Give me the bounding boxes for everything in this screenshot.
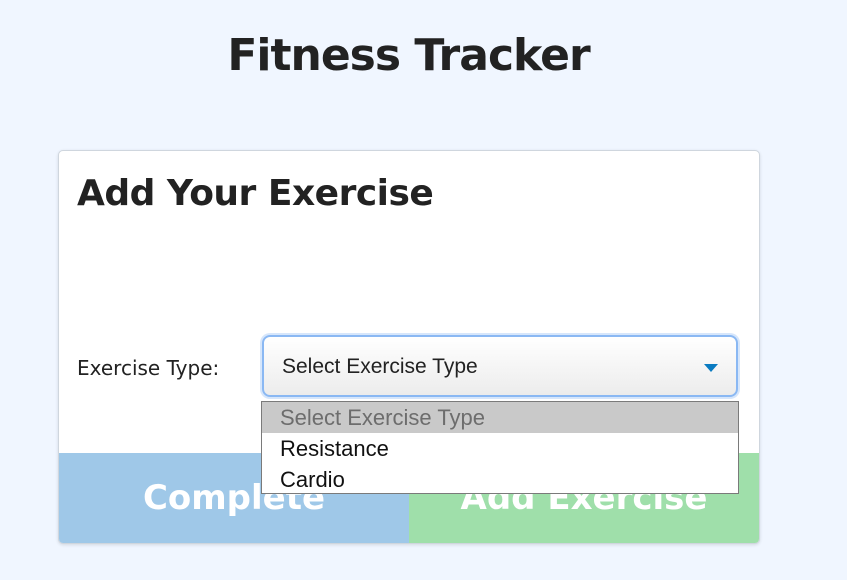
exercise-type-select[interactable]: Select Exercise Type: [262, 335, 738, 397]
option-resistance[interactable]: Resistance: [262, 433, 738, 464]
exercise-type-selected-value: Select Exercise Type: [282, 355, 478, 378]
exercise-type-label: Exercise Type:: [77, 356, 220, 380]
page-title: Fitness Tracker: [227, 30, 590, 81]
form-heading: Add Your Exercise: [77, 173, 434, 214]
exercise-type-dropdown-list: Select Exercise Type Resistance Cardio: [261, 401, 739, 494]
option-cardio[interactable]: Cardio: [262, 464, 738, 495]
option-select-exercise-type[interactable]: Select Exercise Type: [262, 402, 738, 433]
chevron-down-icon: [704, 364, 718, 372]
